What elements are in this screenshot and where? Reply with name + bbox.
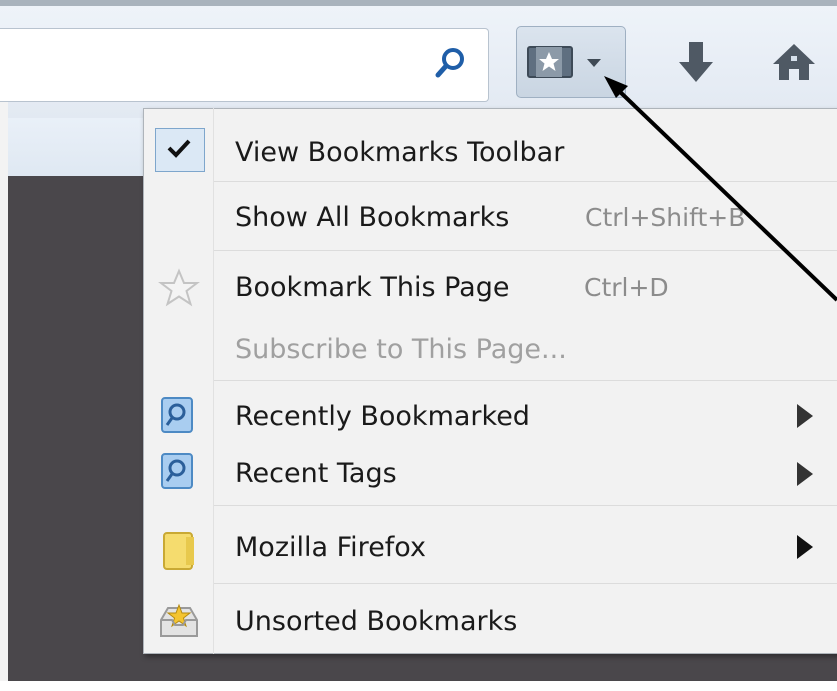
check-icon [167, 139, 191, 158]
shortcut-show-all-bookmarks: Ctrl+Shift+B [585, 203, 746, 232]
menu-item-view-bookmarks-toolbar[interactable]: View Bookmarks Toolbar [235, 133, 564, 173]
home-icon[interactable] [771, 42, 817, 82]
menu-separator [214, 380, 837, 381]
menu-item-show-all-bookmarks[interactable]: Show All Bookmarks [235, 198, 509, 238]
browser-window: View Bookmarks Toolbar Show All Bookmark… [0, 0, 837, 691]
smart-folder-icon [161, 453, 193, 489]
bookmarks-dropdown-menu [143, 108, 837, 654]
download-arrow-icon[interactable] [678, 40, 714, 84]
submenu-arrow-icon [797, 535, 813, 559]
search-input[interactable] [0, 28, 489, 102]
search-icon[interactable] [432, 45, 468, 81]
menu-item-subscribe-to-this-page: Subscribe to This Page... [235, 334, 567, 365]
menu-item-unsorted-bookmarks[interactable]: Unsorted Bookmarks [235, 602, 517, 642]
shortcut-bookmark-this-page: Ctrl+D [584, 273, 669, 302]
window-left-edge [0, 28, 8, 691]
menu-separator [214, 181, 837, 182]
menu-separator [214, 505, 837, 506]
chevron-down-icon[interactable] [586, 58, 602, 68]
menu-item-recently-bookmarked[interactable]: Recently Bookmarked [235, 397, 530, 437]
bookmarks-menu-icon[interactable] [526, 45, 574, 79]
menu-item-bookmark-this-page[interactable]: Bookmark This Page [235, 268, 509, 308]
menu-item-mozilla-firefox-folder[interactable]: Mozilla Firefox [235, 528, 426, 568]
submenu-arrow-icon [797, 462, 813, 486]
unsorted-bookmarks-icon [160, 603, 198, 637]
submenu-arrow-icon [797, 404, 813, 428]
folder-icon [163, 532, 194, 570]
star-outline-icon [158, 268, 200, 307]
menu-item-recent-tags[interactable]: Recent Tags [235, 454, 397, 494]
menu-separator [214, 250, 837, 251]
smart-folder-icon [161, 397, 193, 433]
window-bottom-edge [0, 681, 837, 691]
menu-separator [214, 583, 837, 584]
